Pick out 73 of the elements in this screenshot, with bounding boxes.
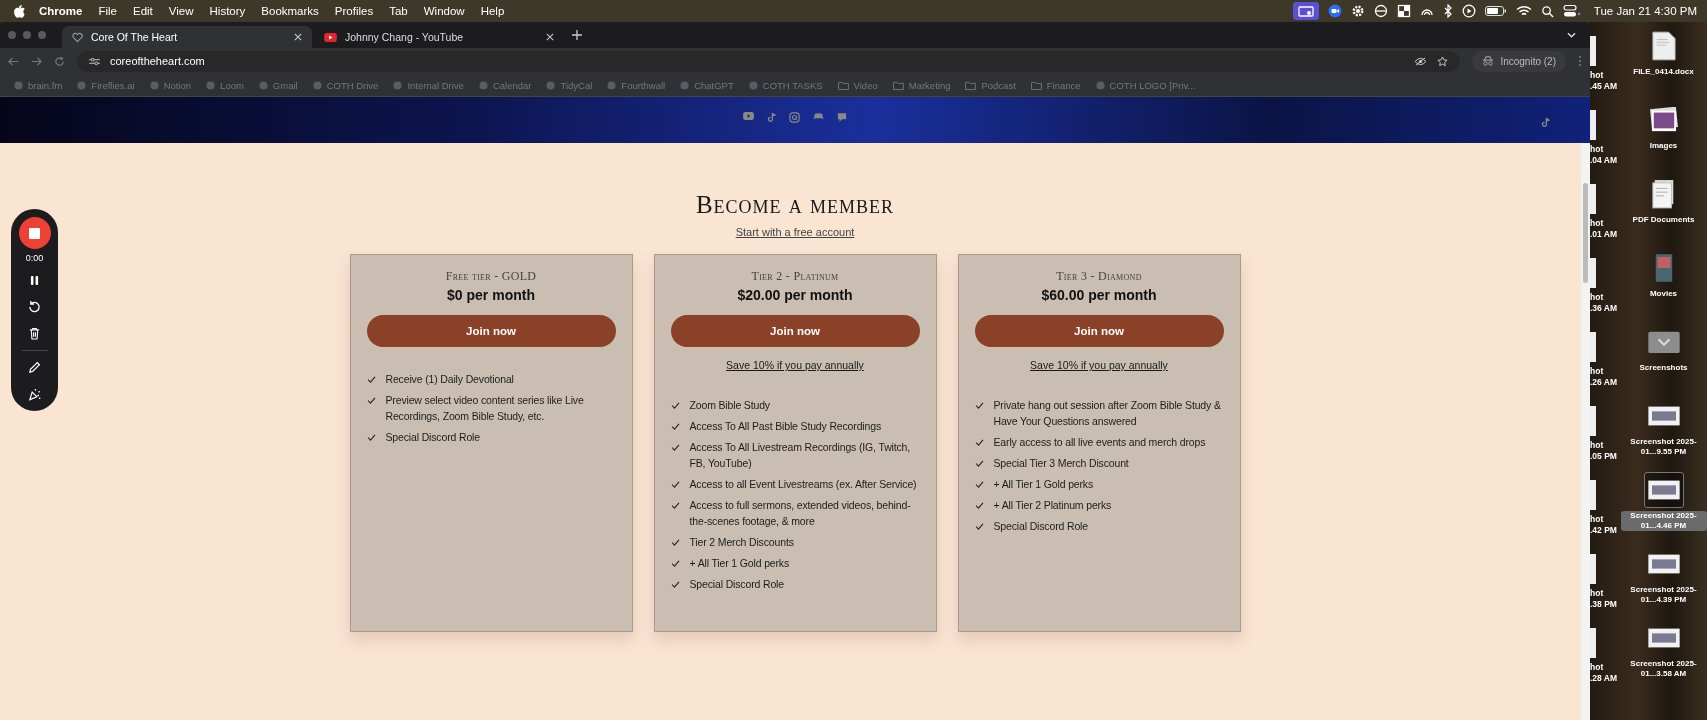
feature-text: Access to full sermons, extended videos, behind-the-scenes footage, & more [689, 498, 912, 529]
annual-discount-link[interactable]: Save 10% if you pay annually [726, 359, 864, 371]
menu-item[interactable]: Window [423, 5, 465, 17]
menu-item[interactable]: Profiles [334, 5, 374, 17]
file-label[interactable]: .26 AM [1590, 377, 1620, 388]
feature-text: Access To All Livestream Recordings (IG, Twitch, FB, YouTube) [689, 440, 912, 471]
address-bar[interactable]: coreoftheheart.com [77, 50, 1461, 72]
file-label[interactable]: hot [1590, 292, 1620, 303]
menu-item[interactable]: Tab [389, 5, 408, 17]
file-label[interactable]: hot [1590, 366, 1620, 377]
file-label[interactable]: .45 AM [1590, 81, 1620, 92]
incognito-button[interactable]: Incognito (2) [1472, 50, 1566, 72]
menu-item[interactable]: File [98, 5, 117, 17]
feature-text: Special Discord Role [993, 519, 1088, 534]
file-label[interactable]: Screenshot 2025-01...4.46 PM [1620, 511, 1707, 531]
feature-text: + All Tier 1 Gold perks [689, 556, 790, 571]
file-label[interactable]: hot [1590, 144, 1620, 155]
file-label[interactable]: hot [1590, 70, 1620, 81]
feature-text: Access To All Past Bible Study Recordings [689, 419, 881, 434]
file-label[interactable]: .36 AM [1590, 303, 1620, 314]
feature-text: Access to all Event Livestreams (ex. After Service) [689, 477, 917, 492]
file-label[interactable]: hot [1590, 440, 1620, 451]
file-label[interactable]: hot [1590, 588, 1620, 599]
menu-item[interactable]: Bookmarks [261, 5, 319, 17]
feature-text: Private hang out session after Zoom Bible Study & Have Your Questions answered [993, 398, 1222, 429]
file-label[interactable]: Screenshot 2025-01...9.55 PM [1620, 437, 1707, 457]
tier-name: Tier 2 - Platinum [751, 269, 839, 284]
file-label[interactable]: Screenshots [1620, 363, 1707, 373]
file-label[interactable]: .38 PM [1590, 599, 1620, 610]
file-label[interactable]: Movies [1620, 289, 1707, 299]
feature-text: + All Tier 2 Platinum perks [993, 498, 1112, 513]
annual-discount-link[interactable]: Save 10% if you pay annually [1030, 359, 1168, 371]
menu-item[interactable]: History [209, 5, 246, 17]
file-label[interactable]: PDF Documents [1620, 215, 1707, 225]
tier-price: $60.00 per month [1041, 287, 1157, 303]
menu-item[interactable]: Help [480, 5, 505, 17]
feature-text: Early access to all live events and merch drops [993, 435, 1206, 450]
file-label[interactable]: .01 AM [1590, 229, 1620, 240]
feature-text: Special Discord Role [385, 430, 480, 445]
file-label[interactable]: .28 AM [1590, 673, 1620, 684]
app-menu[interactable]: Chrome [39, 5, 83, 17]
feature-text: + All Tier 1 Gold perks [993, 477, 1094, 492]
file-label[interactable]: .05 PM [1590, 451, 1620, 462]
file-label[interactable]: hot [1590, 218, 1620, 229]
tier-price: $20.00 per month [737, 287, 853, 303]
file-label[interactable]: hot [1590, 662, 1620, 673]
feature-text: Special Tier 3 Merch Discount [993, 456, 1129, 471]
file-label[interactable]: Screenshot 2025-01...3.58 AM [1620, 659, 1707, 679]
tier-name: Free tier - GOLD [445, 269, 537, 284]
menu-bar-clock[interactable]: Tue Jan 21 4:30 PM [1593, 5, 1697, 17]
file-label[interactable]: Images [1620, 141, 1707, 151]
join-button[interactable]: Join now [366, 315, 616, 347]
join-button[interactable]: Join now [670, 315, 920, 347]
browser-tab[interactable]: Core Of The Heart [62, 26, 312, 48]
browser-tab[interactable]: Johnny Chang - YouTube [314, 26, 564, 48]
file-label[interactable]: Screenshot 2025-01...4.39 PM [1620, 585, 1707, 605]
feature-text: Receive (1) Daily Devotional [385, 372, 514, 387]
file-label[interactable]: .04 AM [1590, 155, 1620, 166]
tier-name: Tier 3 - Diamond [1056, 269, 1142, 284]
recording-timer: 0:00 [25, 253, 44, 263]
menu-item[interactable]: View [168, 5, 194, 17]
free-account-link[interactable]: Start with a free account [735, 226, 855, 238]
feature-text: Preview select video content series like Live Recordings, Zoom Bible Study, etc. [385, 393, 585, 424]
join-button[interactable]: Join now [974, 315, 1224, 347]
file-label[interactable]: FILE_0414.docx [1620, 67, 1707, 77]
feature-text: Tier 2 Merch Discounts [689, 535, 794, 550]
feature-text: Zoom Bible Study [689, 398, 770, 413]
tier-price: $0 per month [447, 287, 535, 303]
file-label[interactable]: hot [1590, 514, 1620, 525]
feature-text: Special Discord Role [689, 577, 784, 592]
menu-item[interactable]: Edit [133, 5, 153, 17]
section-heading: Become a member [695, 191, 895, 219]
file-label[interactable]: .42 PM [1590, 525, 1620, 536]
